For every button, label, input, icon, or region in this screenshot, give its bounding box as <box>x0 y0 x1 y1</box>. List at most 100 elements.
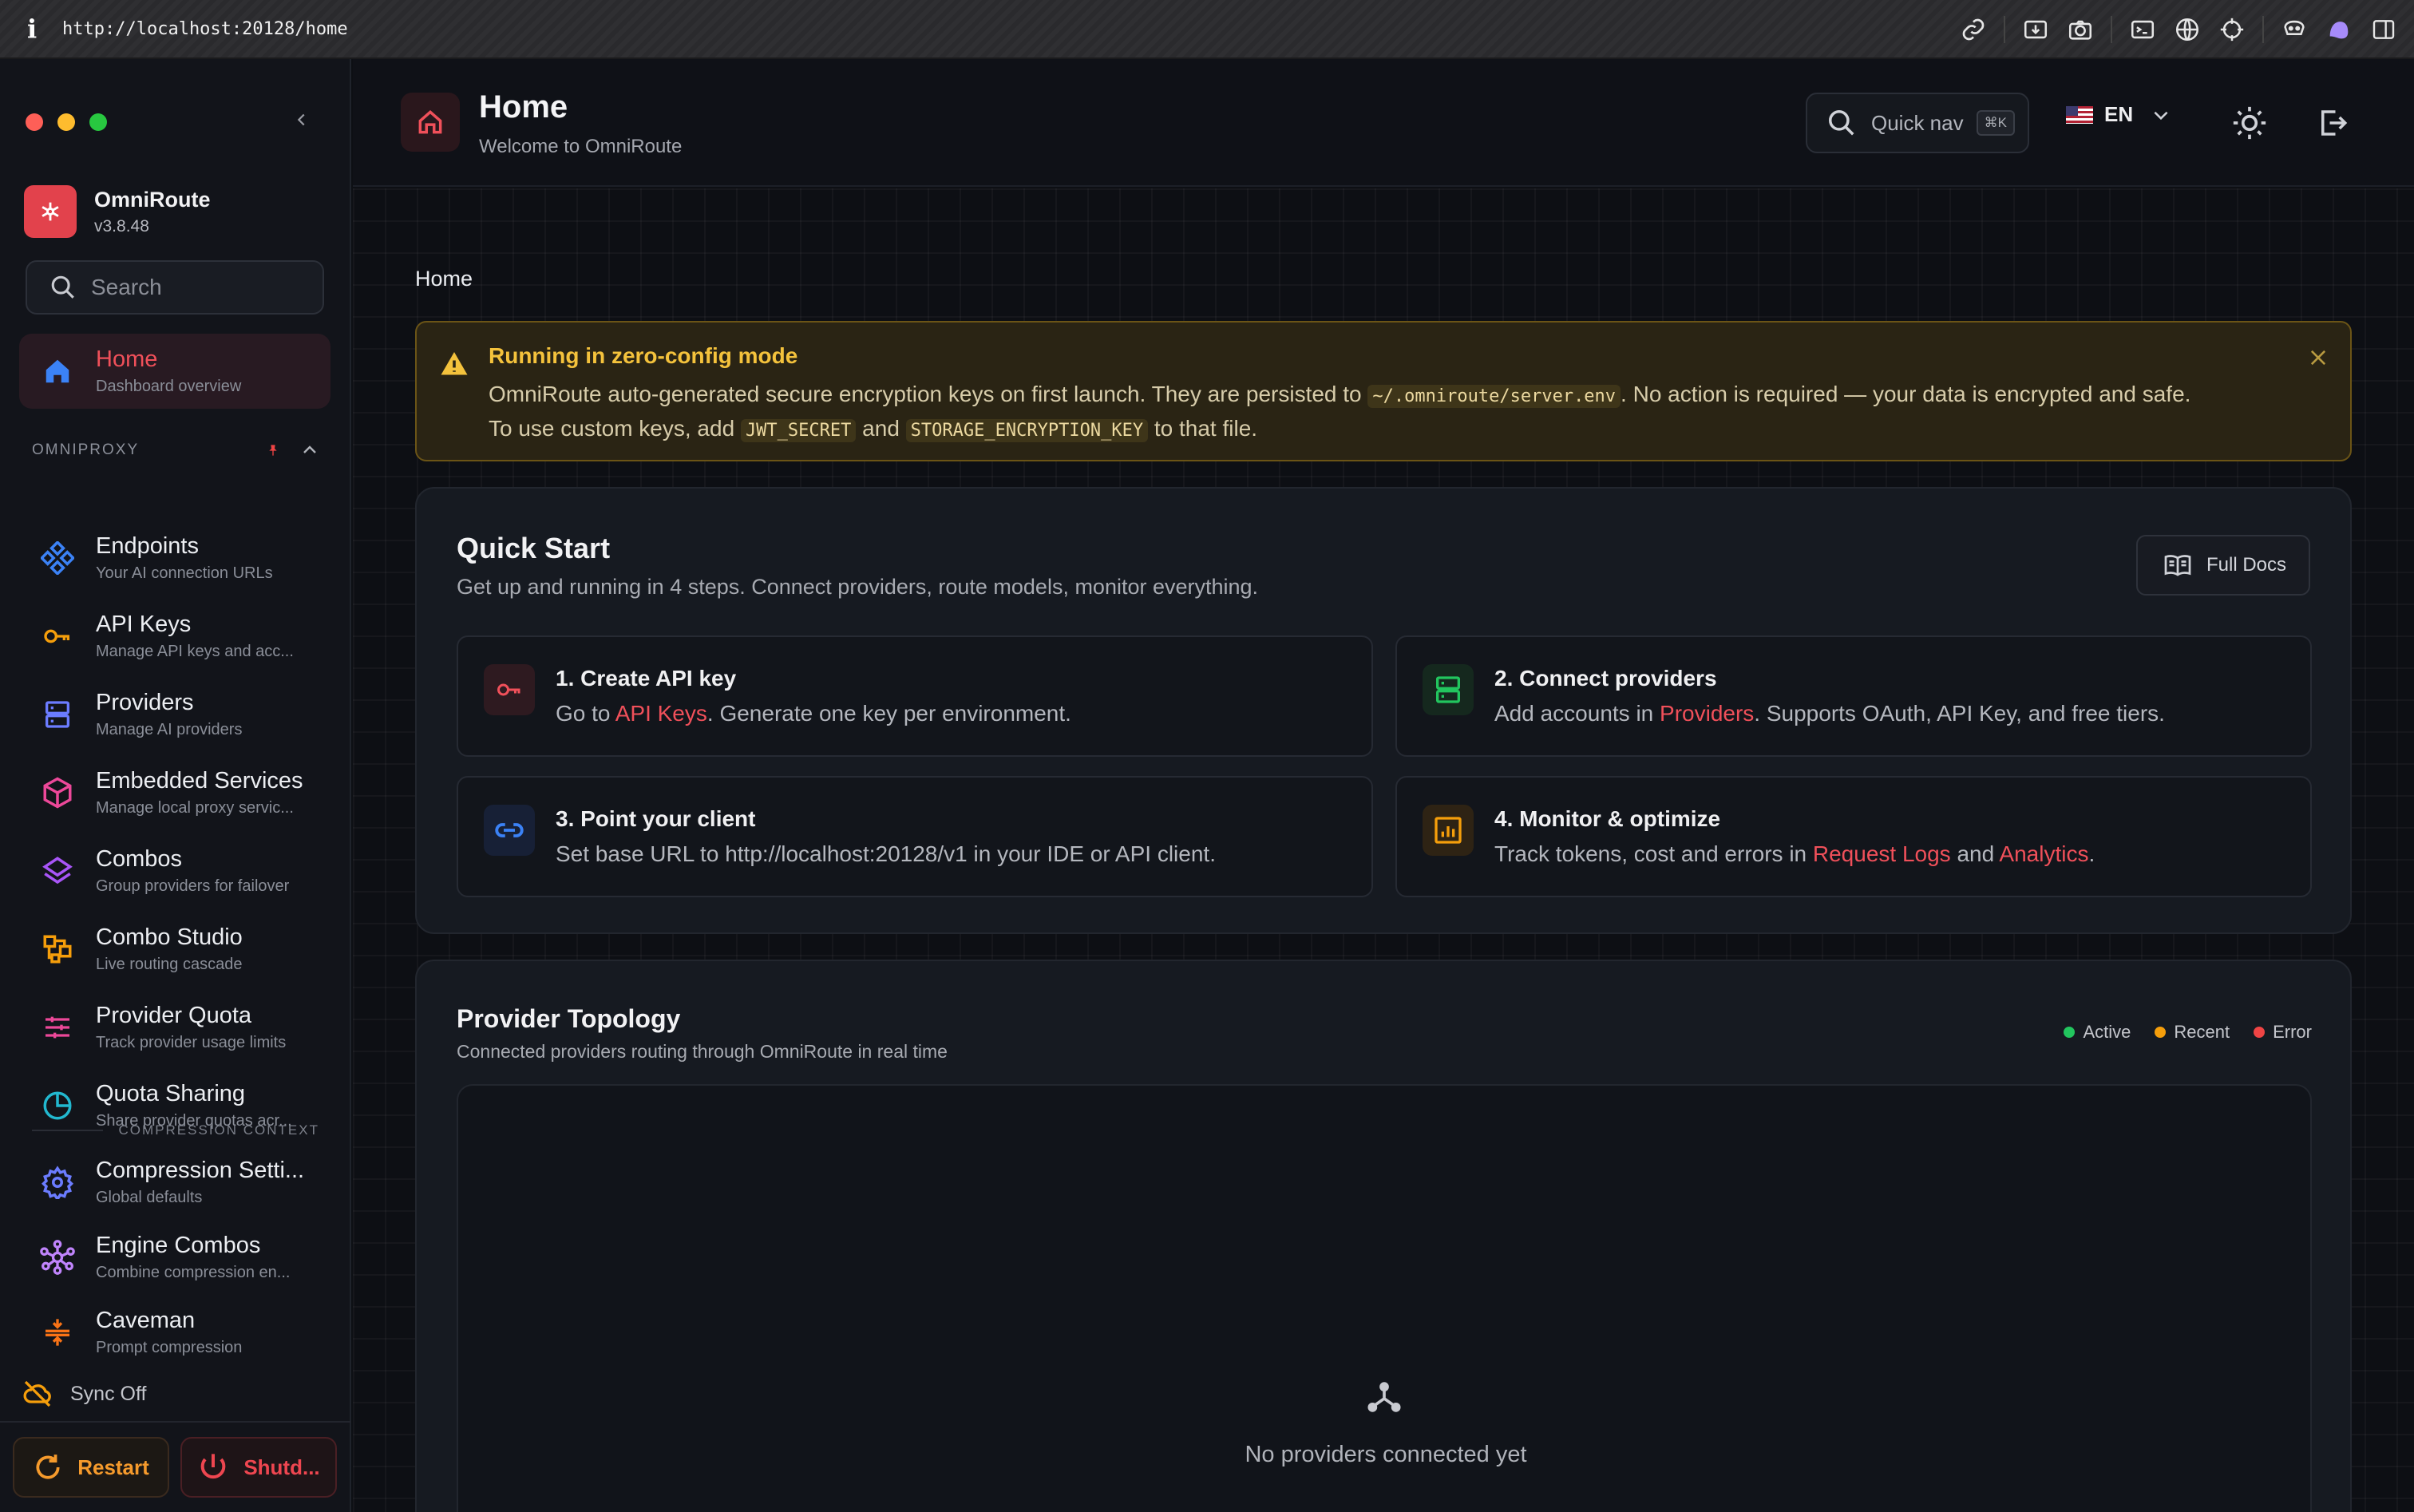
breadcrumb[interactable]: Home <box>415 267 473 291</box>
step-text: . Supports OAuth, API Key, and free tier… <box>1754 701 2165 726</box>
group-omniproxy[interactable]: OMNIPROXY <box>32 441 319 460</box>
sidebar-toggle-icon[interactable] <box>2361 7 2406 52</box>
sidebar-item-embedded-services[interactable]: Embedded Services Manage local proxy serv… <box>19 755 330 830</box>
restart-button[interactable]: Restart <box>13 1437 169 1498</box>
sidebar-item-sub: Manage local proxy servic... <box>96 799 294 817</box>
compression-context-label: COMPRESSION CONTEXT <box>118 1122 319 1138</box>
status-dot <box>2254 1027 2266 1038</box>
chevron-left-icon <box>297 113 305 126</box>
pie-icon <box>43 1091 72 1120</box>
sidebar-item-engine-combos[interactable]: Engine Combos Combine compression en... <box>19 1220 330 1295</box>
status-dot <box>2064 1027 2076 1038</box>
sidebar-item-combo-studio[interactable]: Combo Studio Live routing cascade <box>19 912 330 987</box>
sidebar-item-label: Caveman <box>96 1308 196 1333</box>
sidebar-search[interactable]: Search <box>26 260 324 315</box>
topology-canvas[interactable]: No providers connected yet <box>457 1084 2312 1512</box>
url-bar[interactable]: http://localhost:20128/home <box>62 19 348 39</box>
maximize-window-button[interactable] <box>89 113 107 131</box>
brand[interactable]: OmniRoute v3.8.48 <box>24 185 211 238</box>
alert-body: OmniRoute auto-generated secure encrypti… <box>489 378 2309 447</box>
cube-icon <box>43 777 72 809</box>
minimize-window-button[interactable] <box>57 113 75 131</box>
full-docs-button[interactable]: Full Docs <box>2136 535 2310 596</box>
step-icon-wrap <box>484 805 535 856</box>
chevron-up-icon[interactable] <box>300 441 319 460</box>
legend-item-recent: Recent <box>2155 1022 2230 1043</box>
sidebar-item-label: Quota Sharing <box>96 1081 246 1106</box>
sidebar-item-label: Providers <box>96 690 194 715</box>
step-connect-providers: 2. Connect providers Add accounts in Pro… <box>1395 635 2312 757</box>
topology-subtitle: Connected providers routing through Omni… <box>457 1041 948 1062</box>
step-text: Go to <box>556 701 615 726</box>
providers-link[interactable]: Providers <box>1660 701 1754 726</box>
extensions-icon[interactable] <box>2272 7 2317 52</box>
home-outline-icon <box>418 110 442 134</box>
sidebar-item-compression-settings[interactable]: Compression Setti... Global defaults <box>19 1145 330 1220</box>
search-icon <box>1829 110 1854 136</box>
api-keys-link[interactable]: API Keys <box>615 701 707 726</box>
info-icon[interactable]: i <box>27 14 49 44</box>
sidebar-item-provider-quota[interactable]: Provider Quota Track provider usage limit… <box>19 990 330 1065</box>
shutdown-button[interactable]: Shutd... <box>180 1437 337 1498</box>
step-desc: Add accounts in Providers. Supports OAut… <box>1494 701 2165 726</box>
quick-nav-label: Quick nav <box>1871 110 1964 135</box>
crosshair-icon[interactable] <box>2210 7 2254 52</box>
step-text: Track tokens, cost and errors in <box>1494 841 1813 866</box>
close-icon[interactable] <box>2307 346 2329 369</box>
step-monitor-optimize: 4. Monitor & optimize Track tokens, cost… <box>1395 776 2312 897</box>
terminal-icon[interactable] <box>2120 7 2165 52</box>
sidebar-item-endpoints[interactable]: Endpoints Your AI connection URLs <box>19 520 330 596</box>
empty-state-text: No providers connected yet <box>1245 1442 1527 1467</box>
power-icon <box>201 1454 226 1479</box>
cloud-off-icon <box>23 1380 51 1407</box>
sidebar: OmniRoute v3.8.48 Search Home Dashboard o… <box>0 59 351 1512</box>
logout-button[interactable] <box>2310 101 2355 145</box>
search-placeholder: Search <box>91 275 162 299</box>
pin-icon[interactable] <box>267 443 279 457</box>
analytics-link[interactable]: Analytics <box>1999 841 2088 866</box>
globe-icon[interactable] <box>2165 7 2210 52</box>
sidebar-item-label: Home <box>96 346 158 372</box>
us-flag-icon <box>2066 105 2093 124</box>
camera-icon[interactable] <box>2058 7 2103 52</box>
sidebar-item-sub: Live routing cascade <box>96 956 243 973</box>
quick-nav-button[interactable]: Quick nav ⌘K <box>1806 93 2029 153</box>
chevron-down-icon <box>2154 111 2168 120</box>
sidebar-item-home[interactable]: Home Dashboard overview <box>19 334 330 409</box>
compress-icon <box>46 1319 69 1346</box>
group-label: OMNIPROXY <box>32 441 140 458</box>
workflow-icon <box>43 935 72 964</box>
home-page-icon <box>401 93 460 152</box>
link-icon[interactable] <box>1951 7 1996 52</box>
sidebar-item-caveman[interactable]: Caveman Prompt compression <box>19 1295 330 1370</box>
key-icon <box>44 629 69 643</box>
collapse-sidebar-button[interactable] <box>286 104 318 136</box>
sidebar-item-combos[interactable]: Combos Group providers for failover <box>19 833 330 908</box>
topology-legend: Active Recent Error <box>2064 1022 2312 1043</box>
sidebar-item-sub: Track provider usage limits <box>96 1034 287 1051</box>
download-image-icon[interactable] <box>2013 7 2058 52</box>
zero-config-alert: Running in zero-config mode OmniRoute au… <box>415 321 2352 461</box>
restart-label: Restart <box>77 1455 149 1479</box>
step-text: . Generate one key per environment. <box>706 701 1071 726</box>
sun-icon <box>2233 106 2266 140</box>
sidebar-item-sub: Manage API keys and acc... <box>96 643 294 660</box>
sidebar-item-label: Provider Quota <box>96 1003 252 1028</box>
legend-label: Error <box>2273 1022 2312 1042</box>
step-text: and <box>1950 841 2000 866</box>
language-selector[interactable]: EN <box>2066 102 2171 127</box>
server-icon <box>1436 676 1460 703</box>
sidebar-item-api-keys[interactable]: API Keys Manage API keys and acc... <box>19 599 330 674</box>
app-version: v3.8.48 <box>94 216 149 236</box>
theme-toggle-button[interactable] <box>2227 101 2272 145</box>
nodes-icon <box>40 1240 75 1275</box>
sync-status[interactable]: Sync Off <box>19 1378 146 1410</box>
step-title: 4. Monitor & optimize <box>1494 806 1721 831</box>
provider-topology-card: Provider Topology Connected providers ro… <box>415 960 2352 1512</box>
request-logs-link[interactable]: Request Logs <box>1813 841 1951 866</box>
sidebar-item-label: API Keys <box>96 612 192 637</box>
sidebar-item-providers[interactable]: Providers Manage AI providers <box>19 677 330 752</box>
assistant-icon[interactable] <box>2317 7 2361 52</box>
language-code: EN <box>2104 102 2134 126</box>
close-window-button[interactable] <box>26 113 43 131</box>
